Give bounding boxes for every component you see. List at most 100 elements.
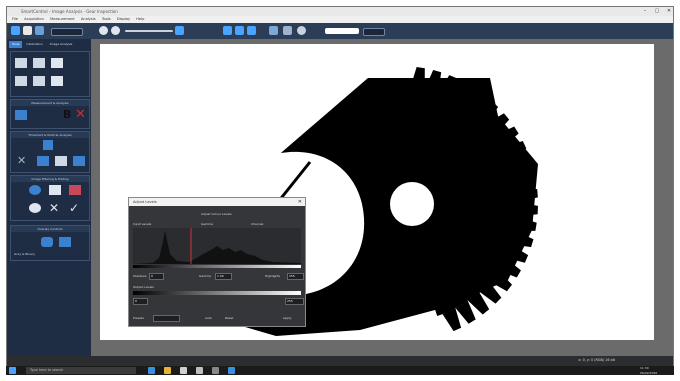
menu-bar: File Acquisition Measurement Analysis To… <box>7 16 673 23</box>
input-gradient <box>133 265 301 268</box>
settings-icon[interactable] <box>247 26 256 35</box>
taskbar-clock: 11:30 06/02/2020 <box>640 366 657 375</box>
check-icon[interactable]: ✓ <box>69 202 81 214</box>
dialog-title: Adjust Levels <box>133 200 157 204</box>
reset-button[interactable]: Reset <box>225 316 233 320</box>
presets-dropdown[interactable] <box>153 315 180 322</box>
output-levels-label: Output Levels <box>133 285 154 289</box>
shadows-label: Shadows <box>133 274 147 278</box>
histogram-area <box>133 230 301 264</box>
cursor-icon[interactable] <box>235 26 244 35</box>
app-icon[interactable] <box>212 367 219 374</box>
histogram-graph <box>133 228 301 264</box>
measure-icon[interactable] <box>269 26 278 35</box>
group-title: Overlay Controls <box>11 226 89 232</box>
minimize-icon[interactable]: – <box>639 7 651 16</box>
sidebar-group-threshold: Threshold & Particle Analysis ✕ <box>10 131 90 173</box>
camera-icon[interactable] <box>35 26 44 35</box>
pen-icon[interactable] <box>283 26 292 35</box>
stop-icon[interactable] <box>23 26 32 35</box>
menu-acquisition[interactable]: Acquisition <box>24 17 44 21</box>
taskbar-search[interactable]: Type here to search <box>26 367 136 374</box>
zoom-out-icon[interactable] <box>111 26 120 35</box>
line-tool-icon[interactable] <box>37 156 49 166</box>
palette-icon[interactable] <box>69 185 81 195</box>
menu-display[interactable]: Display <box>117 17 130 21</box>
sidebar-group-measurement: Measurement & Analysis B ✕ <box>10 99 90 129</box>
window-title: SmartControl – Image Analysis · Gear Ins… <box>21 9 118 14</box>
remove-icon[interactable]: ✕ <box>49 202 61 214</box>
clock-time: 11:30 <box>640 366 649 370</box>
folder-icon[interactable] <box>164 367 171 374</box>
title-bar: SmartControl – Image Analysis · Gear Ins… <box>7 7 673 16</box>
sidebar-group-filtering: Image Filtering & Editing ✕ ✓ <box>10 175 90 221</box>
dialog-title-bar: Adjust Levels ✕ <box>129 198 305 206</box>
sidebar-group-images <box>10 51 90 97</box>
chart-icon[interactable] <box>15 110 27 120</box>
histogram[interactable] <box>133 228 301 264</box>
filter-icon[interactable] <box>29 185 41 195</box>
image-edit-icon[interactable] <box>49 185 61 195</box>
presets-label: Presets <box>133 316 144 320</box>
clock-date: 06/02/2020 <box>640 370 658 375</box>
app-icon[interactable] <box>228 367 235 374</box>
shadows-input[interactable]: 0 <box>149 273 164 280</box>
cross-tool-icon[interactable]: ✕ <box>17 155 29 166</box>
gear-icon[interactable] <box>29 203 41 213</box>
adjust-levels-dialog: Adjust Levels ✕ Adjust Colour Levels Inp… <box>128 197 306 327</box>
menu-tools[interactable]: Tools <box>102 17 111 21</box>
gamma-label: Gamma <box>199 274 211 278</box>
output-min-input[interactable]: 0 <box>133 298 148 305</box>
gear-hole <box>390 182 434 226</box>
menu-analysis[interactable]: Analysis <box>81 17 96 21</box>
zoom-slider[interactable] <box>125 30 173 32</box>
gamma-header: Gamma <box>201 222 213 226</box>
auto-button[interactable]: Auto <box>205 316 212 320</box>
main-toolbar <box>7 23 673 39</box>
output-max-input[interactable]: 255 <box>285 298 304 305</box>
dialog-subtitle: Adjust Colour Levels <box>201 212 232 216</box>
edge-icon[interactable] <box>148 367 155 374</box>
store-icon[interactable] <box>180 367 187 374</box>
overlay-icon[interactable] <box>41 237 53 247</box>
tab-calibration[interactable]: Calibration <box>23 41 45 48</box>
menu-measurement[interactable]: Measurement <box>50 17 75 21</box>
level-dropdown[interactable] <box>363 28 385 36</box>
group-title: Measurement & Analysis <box>11 100 89 106</box>
image-thumb-icon[interactable] <box>15 58 27 68</box>
delete-icon[interactable]: ✕ <box>75 108 87 121</box>
tab-image-analysis[interactable]: Image Analysis <box>47 41 76 48</box>
gamma-input[interactable]: 1.00 <box>215 273 232 280</box>
map-icon[interactable] <box>55 156 67 166</box>
zoom-field[interactable] <box>51 28 83 36</box>
menu-help[interactable]: Help <box>136 17 144 21</box>
tab-tools[interactable]: Tools <box>9 41 23 48</box>
windows-start-icon[interactable] <box>9 367 16 374</box>
flag-icon[interactable] <box>43 140 53 150</box>
apply-button[interactable]: Apply <box>283 316 291 320</box>
image-thumb-icon[interactable] <box>51 76 63 86</box>
image-thumb-icon[interactable] <box>15 76 27 86</box>
image-thumb-icon[interactable] <box>51 58 63 68</box>
fit-icon[interactable] <box>175 26 184 35</box>
zoom-in-icon[interactable] <box>99 26 108 35</box>
group-title: Image Filtering & Editing <box>11 176 89 182</box>
grid-icon[interactable] <box>223 26 232 35</box>
highlights-input[interactable]: 255 <box>287 273 304 280</box>
overlay-frame-icon[interactable] <box>59 237 71 247</box>
app-icon[interactable] <box>196 367 203 374</box>
level-field[interactable] <box>325 28 359 34</box>
maximize-icon[interactable]: ▢ <box>651 7 663 16</box>
play-icon[interactable] <box>11 26 20 35</box>
close-icon[interactable]: ✕ <box>298 198 302 206</box>
image-thumb-icon[interactable] <box>33 58 45 68</box>
image-thumb-icon[interactable] <box>33 76 45 86</box>
group-title: Threshold & Particle Analysis <box>11 132 89 138</box>
frame-icon[interactable] <box>73 156 85 166</box>
sidebar: Tools Calibration Image Analysis Measure… <box>7 39 91 356</box>
menu-file[interactable]: File <box>12 17 18 21</box>
close-icon[interactable]: ✕ <box>663 7 673 16</box>
circle-icon[interactable] <box>297 26 306 35</box>
bold-b-icon[interactable]: B <box>63 109 73 121</box>
output-gradient[interactable] <box>133 291 301 295</box>
